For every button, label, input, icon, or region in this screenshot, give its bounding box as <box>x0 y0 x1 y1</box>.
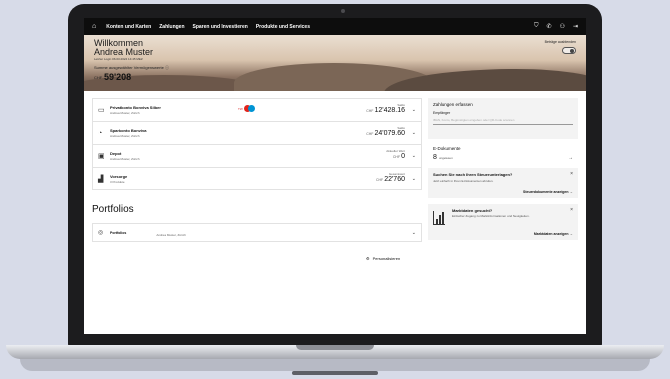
market-data-link[interactable]: Marktdaten anzeigen → <box>534 232 573 236</box>
account-title: Privatkonto Bonviva Silber <box>110 105 161 110</box>
arrow-right-icon[interactable]: → <box>568 155 573 161</box>
recipient-label: Empfänger <box>433 111 451 115</box>
edocuments-title: E-Dokumente <box>433 146 461 151</box>
payment-widget: Zahlungen erfassen Empfänger IBAN, Konto… <box>428 98 578 139</box>
edocuments-widget[interactable]: E-Dokumente 8 ungelesen → <box>428 143 578 164</box>
portfolio-title: Portfolios <box>110 230 127 235</box>
sliders-icon: ⚙ <box>366 256 370 261</box>
hide-amounts-label: Beträge ausblenden <box>544 40 576 44</box>
tax-documents-link[interactable]: Steuerdokumente anzeigen → <box>523 190 573 194</box>
piggybank-icon: ◔ <box>98 129 103 137</box>
market-title: Marktdaten gesucht? <box>452 208 493 213</box>
account-balance: 24'079.60 <box>374 130 405 137</box>
welcome-banner: Willkommen Andrea Muster Letzter Login 0… <box>84 35 586 91</box>
chevron-down-icon[interactable]: ⌄ <box>412 130 416 136</box>
user-icon[interactable]: ⚇ <box>560 23 565 30</box>
account-sub: 3 Produkte <box>110 179 125 184</box>
portfolio-row[interactable]: ◎ Portfolios Andrea Muster, Zürich ⌄ <box>92 223 422 242</box>
account-balance: 12'428.16 <box>374 107 405 114</box>
account-title: Depot <box>110 151 122 156</box>
nav-item-payments[interactable]: Zahlungen <box>159 24 184 30</box>
laptop-foot <box>292 371 378 375</box>
assets-label: Summe ausgewählter Vermögenswerte ⓘ <box>94 65 169 70</box>
webcam <box>341 9 345 13</box>
account-balance: 0 <box>401 153 405 160</box>
account-sub: Andrea Muster, Zürich <box>110 111 140 115</box>
personalize-button[interactable]: ⚙ Personalisieren <box>366 256 400 261</box>
twint-circle-blue <box>247 105 255 112</box>
unread-count: 8 <box>433 154 437 161</box>
account-sub: Andrea Muster, Zürich <box>110 157 140 161</box>
laptop-notch <box>296 345 374 350</box>
market-data-card: Marktdaten gesucht? Einfacher Zugang zu … <box>428 204 578 240</box>
wallet-icon: ▭ <box>98 107 105 114</box>
shield-icon[interactable]: ⛉ <box>534 23 539 30</box>
close-icon[interactable]: × <box>570 171 573 177</box>
chart-icon: ▟ <box>98 175 104 183</box>
top-navigation: ⌂ Konten und Karten Zahlungen Sparen und… <box>84 18 586 35</box>
recipient-input[interactable]: IBAN, Konto, Begünstigten eingeben oder … <box>433 118 573 125</box>
unread-label: ungelesen <box>438 155 453 160</box>
home-icon[interactable]: ⌂ <box>92 23 96 30</box>
total-assets: 59'208 <box>104 72 132 82</box>
account-title: Sparkonto Bonviva <box>110 128 147 133</box>
phone-icon[interactable]: ✆ <box>547 23 552 30</box>
account-row[interactable]: ▭ Privatkonto Bonviva Silber Andrea Must… <box>92 98 422 121</box>
nav-right-icons: ⛉ ✆ ⚇ ⇥ <box>534 23 578 30</box>
chevron-down-icon[interactable]: ⌄ <box>412 176 416 182</box>
chevron-down-icon[interactable]: ⌄ <box>412 107 416 113</box>
account-balance: 22'760 <box>384 176 405 183</box>
portfolios-heading: Portfolios <box>92 204 134 215</box>
nav-item-saving-investing[interactable]: Sparen und Investieren <box>193 24 248 30</box>
payment-title: Zahlungen erfassen <box>433 102 473 107</box>
nav-item-products-services[interactable]: Produkte und Services <box>256 24 310 30</box>
chevron-down-icon[interactable]: ⌄ <box>412 153 416 159</box>
account-list: ▭ Privatkonto Bonviva Silber Andrea Must… <box>92 98 422 190</box>
chevron-down-icon[interactable]: ⌄ <box>412 230 416 236</box>
close-icon[interactable]: × <box>570 207 573 213</box>
right-column: Zahlungen erfassen Empfänger IBAN, Konto… <box>428 98 578 240</box>
account-title: Vorsorge <box>110 173 128 179</box>
laptop-base-shadow <box>20 359 650 371</box>
bar-chart-icon <box>433 211 445 225</box>
hide-amounts-toggle[interactable] <box>562 47 576 54</box>
logout-icon[interactable]: ⇥ <box>573 23 578 30</box>
user-name: Andrea Muster <box>94 47 154 57</box>
portfolio-sub: Andrea Muster, Zürich <box>156 232 186 237</box>
market-text: Einfacher Zugang zu Marktinformationen u… <box>452 214 530 218</box>
laptop-screen: ⌂ Konten und Karten Zahlungen Sparen und… <box>84 18 586 334</box>
total-currency: CHF <box>94 75 103 80</box>
account-sub: Andrea Muster, Zürich <box>110 134 140 138</box>
account-row[interactable]: ◔ Sparkonto Bonviva Andrea Muster, Züric… <box>92 121 422 144</box>
portfolio-icon: ◎ <box>98 230 104 236</box>
info-icon[interactable]: ⓘ <box>165 65 169 70</box>
tax-title: Suchen Sie nach Ihren Steuerunterlagen? <box>433 172 513 177</box>
account-row[interactable]: ▣ Depot Andrea Muster, Zürich Aktueller … <box>92 144 422 167</box>
twint-badge: TW <box>238 105 255 112</box>
depot-icon: ▣ <box>98 153 105 160</box>
tax-documents-card: Suchen Sie nach Ihren Steuerunterlagen? … <box>428 168 578 198</box>
nav-item-accounts-cards[interactable]: Konten und Karten <box>106 24 151 30</box>
account-row[interactable]: ▟ Vorsorge 3 Produkte Gesamtwert CHF22'7… <box>92 167 422 190</box>
tax-text: Jetzt einfach in Ihren E-Dokumenten abru… <box>433 179 494 183</box>
last-login: Letzter Login 06.03.2024 14:45 MEZ <box>94 57 143 61</box>
